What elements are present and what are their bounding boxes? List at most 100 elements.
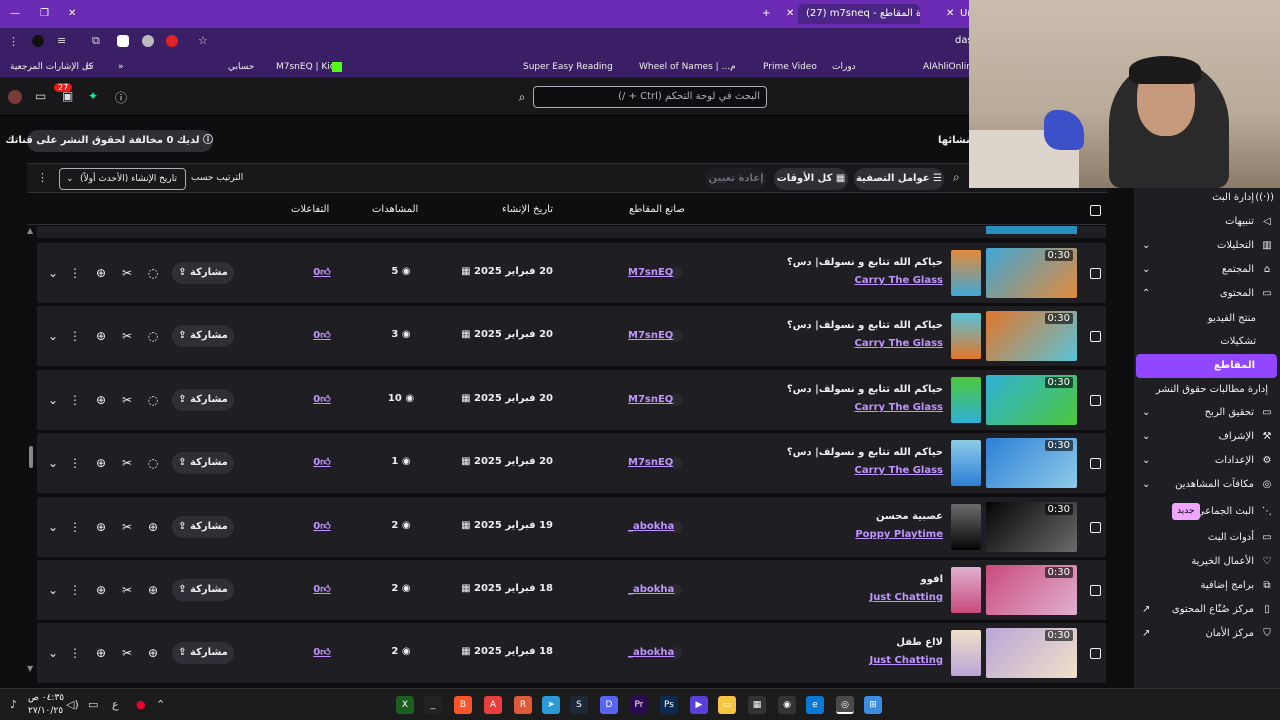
clip-title[interactable]: حياكم الله تتابع و نسولف| دس؟ bbox=[787, 320, 943, 331]
chevron-down-icon[interactable]: ⌄ bbox=[45, 644, 61, 662]
add-circle-icon[interactable]: ⊕ bbox=[93, 327, 109, 345]
store-icon[interactable]: ▦ bbox=[748, 696, 766, 714]
all-times-button[interactable]: كل الأوقات ▦ bbox=[774, 168, 848, 190]
clip-likes[interactable]: 0👍︎ bbox=[307, 393, 337, 405]
new-tab-icon[interactable]: + bbox=[762, 4, 770, 24]
clip-title[interactable]: افوو bbox=[921, 574, 943, 585]
bookmark-prime[interactable]: Prime Video bbox=[763, 59, 817, 75]
clip-likes[interactable]: 0👍︎ bbox=[307, 646, 337, 658]
clip-game-link[interactable]: Carry The Glass bbox=[855, 338, 943, 349]
add-circle-icon[interactable]: ⊕ bbox=[93, 644, 109, 662]
steam-icon[interactable]: S bbox=[570, 696, 588, 714]
sidebar-item-extensions[interactable]: ⧉ برامج إضافية bbox=[1134, 574, 1280, 598]
header-clip-creator[interactable]: صانع المقاطع bbox=[629, 204, 685, 215]
help-icon[interactable]: ⓘ bbox=[115, 89, 127, 106]
minimize-icon[interactable]: — bbox=[10, 4, 20, 24]
clip-creator-link[interactable]: M7snEQ bbox=[628, 457, 673, 468]
copyright-notice[interactable]: ⓘ لديك 0 مخالفة لحقوق النشر على قناتك ⌄ bbox=[0, 130, 213, 152]
app-play-icon[interactable]: ▶ bbox=[690, 696, 708, 714]
sidebar-sub-copyright-claims[interactable]: إدارة مطالبات حقوق النشر bbox=[1156, 384, 1268, 395]
obs-icon[interactable]: ◉ bbox=[778, 696, 796, 714]
clip-thumbnail[interactable]: 0:30 bbox=[986, 248, 1077, 298]
clip-thumbnail[interactable]: 0:30 bbox=[986, 375, 1077, 425]
sidebar-sub-collections[interactable]: تشكيلات bbox=[1220, 336, 1256, 347]
bookmark-courses[interactable]: دورات bbox=[832, 59, 856, 75]
add-circle-icon[interactable]: ⊕ bbox=[93, 518, 109, 536]
bookmark-kick[interactable]: M7snEQ | Kick bbox=[276, 59, 340, 75]
more-options-icon[interactable]: ⋮ bbox=[37, 171, 48, 184]
bookmark-star-icon[interactable]: ☆ bbox=[198, 34, 208, 47]
loading-icon[interactable]: ◌ bbox=[145, 454, 161, 472]
clip-creator-link[interactable]: _abokha bbox=[628, 584, 674, 595]
clip-title[interactable]: لااع طفل bbox=[896, 637, 943, 648]
search-icon-2[interactable]: ⌕ bbox=[953, 170, 960, 185]
sidebar-item-stream-manager[interactable]: ((·)) إدارة البث bbox=[1134, 186, 1280, 210]
clip-game-link[interactable]: Just Chatting bbox=[869, 592, 943, 603]
scissors-icon[interactable]: ✂ bbox=[119, 391, 135, 409]
sidebar-item-safety-center[interactable]: ⛉ مركز الأمان ↗ bbox=[1134, 622, 1280, 646]
sidebar-item-creator-camp[interactable]: ▯ مركز صُنّاع المحتوى ↗ bbox=[1134, 598, 1280, 622]
share-button[interactable]: مشاركة ⇪ bbox=[172, 452, 234, 474]
more-vertical-icon[interactable]: ⋮ bbox=[67, 518, 83, 536]
mic-icon[interactable]: ● bbox=[136, 698, 146, 711]
clip-likes[interactable]: 0👍︎ bbox=[307, 329, 337, 341]
windows-start-icon[interactable]: ⊞ bbox=[864, 696, 882, 714]
kick-icon[interactable] bbox=[332, 62, 342, 72]
extension-icon[interactable] bbox=[32, 35, 44, 47]
chevron-down-icon[interactable]: ⌄ bbox=[45, 327, 61, 345]
scissors-icon[interactable]: ✂ bbox=[119, 518, 135, 536]
row-checkbox[interactable] bbox=[1090, 331, 1101, 342]
chevron-down-icon[interactable]: ⌄ bbox=[45, 264, 61, 282]
whisper-icon[interactable]: ▭ bbox=[35, 89, 46, 103]
clip-likes[interactable]: 0👍︎ bbox=[307, 583, 337, 595]
scroll-up-icon[interactable]: ▲ bbox=[27, 226, 33, 235]
share-button[interactable]: مشاركة ⇪ bbox=[172, 579, 234, 601]
chevron-down-icon[interactable]: ⌄ bbox=[45, 454, 61, 472]
extension-icon-4[interactable] bbox=[142, 35, 154, 47]
share-button[interactable]: مشاركة ⇪ bbox=[172, 516, 234, 538]
sidebar-item-collab-stream[interactable]: ⋰ البث الجماعي جديد bbox=[1134, 500, 1280, 524]
bookmark-wheel[interactable]: Wheel of Names | ...م bbox=[639, 59, 736, 75]
filters-button[interactable]: عوامل التصفية ☰ bbox=[854, 168, 944, 190]
row-checkbox[interactable] bbox=[1090, 268, 1101, 279]
sidebar-item-charity[interactable]: ♡ الأعمال الخيرية bbox=[1134, 550, 1280, 574]
discord-icon[interactable]: D bbox=[600, 696, 618, 714]
sidebar-sub-clips-active[interactable]: المقاطع bbox=[1136, 354, 1277, 378]
loading-icon[interactable]: ◌ bbox=[145, 391, 161, 409]
more-vertical-icon[interactable]: ⋮ bbox=[67, 581, 83, 599]
scissors-icon[interactable]: ✂ bbox=[119, 581, 135, 599]
table-row[interactable]: 0:30 افوو Just Chatting _abokha 18 فبراي… bbox=[37, 560, 1106, 620]
sidebar-item-settings[interactable]: ⚙ الإعدادات ⌄ bbox=[1134, 449, 1280, 473]
more-vertical-icon[interactable]: ⋮ bbox=[67, 644, 83, 662]
add-circle-icon[interactable]: ⊕ bbox=[93, 264, 109, 282]
share-button[interactable]: مشاركة ⇪ bbox=[172, 325, 234, 347]
sidebar-item-moderation[interactable]: ⚒ الإشراف ⌄ bbox=[1134, 425, 1280, 449]
brave-icon[interactable]: B bbox=[454, 696, 472, 714]
excel-icon[interactable]: X bbox=[396, 696, 414, 714]
crosshair-icon[interactable]: ⊕ bbox=[145, 581, 161, 599]
telegram-icon[interactable]: ➤ bbox=[542, 696, 560, 714]
loading-icon[interactable]: ◌ bbox=[145, 327, 161, 345]
menu-dots-icon[interactable]: ⋮ bbox=[8, 35, 19, 48]
sidebar-item-viewer-rewards[interactable]: ◎ مكافآت المشاهدين ⌄ bbox=[1134, 473, 1280, 497]
header-created-date[interactable]: تاريخ الإنشاء bbox=[502, 204, 553, 215]
row-checkbox[interactable] bbox=[1090, 648, 1101, 659]
scissors-icon[interactable]: ✂ bbox=[119, 264, 135, 282]
tray-chevron-icon[interactable]: ⌃ bbox=[156, 698, 165, 711]
scroll-down-icon[interactable]: ▼ bbox=[27, 664, 33, 673]
clip-game-link[interactable]: Carry The Glass bbox=[855, 402, 943, 413]
scrollbar-thumb[interactable] bbox=[29, 446, 33, 468]
clip-thumbnail[interactable]: 0:30 bbox=[986, 628, 1077, 678]
loading-icon[interactable]: ◌ bbox=[145, 264, 161, 282]
language-icon[interactable]: ع bbox=[112, 698, 119, 711]
clip-game-link[interactable]: Carry The Glass bbox=[855, 275, 943, 286]
clip-likes[interactable]: 0👍︎ bbox=[307, 520, 337, 532]
crosshair-icon[interactable]: ⊕ bbox=[145, 518, 161, 536]
sidebar-item-content[interactable]: ▭ المحتوى ⌃ bbox=[1134, 282, 1280, 306]
clip-game-link[interactable]: Poppy Playtime bbox=[855, 529, 943, 540]
sidebar-item-community[interactable]: ⌂ المجتمع ⌄ bbox=[1134, 258, 1280, 282]
more-vertical-icon[interactable]: ⋮ bbox=[67, 391, 83, 409]
row-checkbox[interactable] bbox=[1090, 395, 1101, 406]
table-row[interactable]: 0:30 حياكم الله تتابع و نسولف| دس؟ Carry… bbox=[37, 306, 1106, 366]
add-circle-icon[interactable]: ⊕ bbox=[93, 454, 109, 472]
